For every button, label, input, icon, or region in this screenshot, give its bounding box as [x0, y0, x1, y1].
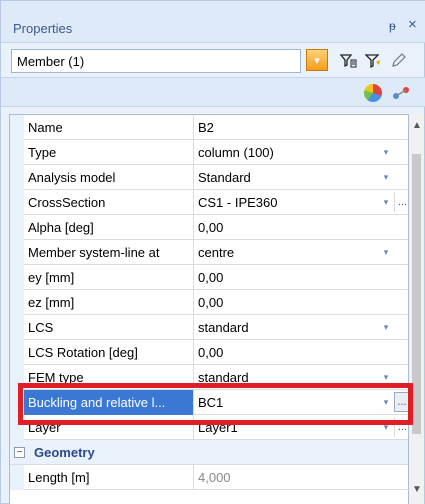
row-gutter	[10, 365, 24, 390]
property-row[interactable]: Length [m] 4,000	[10, 465, 408, 490]
row-gutter	[10, 415, 24, 440]
property-value[interactable]: 0,00	[194, 290, 408, 315]
property-value[interactable]: CS1 - IPE360	[194, 190, 408, 215]
property-value[interactable]: 4,000	[194, 465, 408, 490]
property-value[interactable]: centre	[194, 240, 408, 265]
row-gutter	[10, 115, 24, 140]
property-value[interactable]: standard	[194, 365, 408, 390]
collapse-icon[interactable]: −	[14, 447, 25, 458]
property-row[interactable]: Name B2	[10, 115, 408, 140]
property-name: LCS	[24, 315, 194, 340]
panel-titlebar: Properties ᵽ ×	[1, 1, 425, 43]
property-row[interactable]: LCS standard ▾	[10, 315, 408, 340]
property-row[interactable]: Type column (100) ▾	[10, 140, 408, 165]
property-name: Layer	[24, 415, 194, 440]
property-row[interactable]: Member system-line at centre ▾	[10, 240, 408, 265]
property-name: Alpha [deg]	[24, 215, 194, 240]
scrollbar-thumb[interactable]	[412, 154, 421, 434]
row-gutter	[10, 340, 24, 365]
property-value[interactable]: 0,00	[194, 215, 408, 240]
row-gutter	[10, 465, 24, 490]
row-gutter	[10, 265, 24, 290]
property-row[interactable]: ez [mm] 0,00	[10, 290, 408, 315]
property-name: LCS Rotation [deg]	[24, 340, 194, 365]
property-value[interactable]: BC1	[194, 390, 408, 415]
row-gutter	[10, 390, 24, 415]
chevron-down-icon[interactable]: ▾	[378, 367, 394, 387]
property-name: ey [mm]	[24, 265, 194, 290]
row-gutter	[10, 165, 24, 190]
property-grid: Name B2 Type column (100) ▾ Analysis model Sta…	[9, 114, 409, 504]
scroll-up-icon[interactable]: ▲	[412, 120, 422, 131]
pie-chart-icon[interactable]	[364, 84, 382, 102]
chevron-down-icon[interactable]: ▾	[378, 392, 394, 412]
close-icon[interactable]: ×	[408, 16, 417, 33]
property-name: ez [mm]	[24, 290, 194, 315]
panel-title: Properties	[13, 21, 73, 36]
properties-panel: Properties ᵽ × Member (1) ▾ Name B2 Type co…	[0, 0, 425, 504]
chevron-down-icon[interactable]: ▾	[378, 242, 394, 262]
property-row[interactable]: Buckling and relative l... BC1 ▾...	[10, 390, 408, 415]
property-name: FEM type	[24, 365, 194, 390]
property-name: CrossSection	[24, 190, 194, 215]
property-name: Type	[24, 140, 194, 165]
ellipsis-button[interactable]: ...	[394, 417, 408, 437]
property-name: Member system-line at	[24, 240, 194, 265]
property-value[interactable]: 0,00	[194, 265, 408, 290]
property-value[interactable]: B2	[194, 115, 408, 140]
section-label: Geometry	[34, 445, 95, 460]
pencil-icon[interactable]	[389, 51, 409, 71]
row-gutter	[10, 315, 24, 340]
property-name: Name	[24, 115, 194, 140]
member-selector-value: Member (1)	[17, 54, 85, 69]
ellipsis-button[interactable]: ...	[394, 392, 408, 412]
property-value[interactable]: Layer1	[194, 415, 408, 440]
graph-icon[interactable]	[391, 84, 409, 102]
select-filter-icon[interactable]	[338, 51, 358, 71]
property-row[interactable]: Alpha [deg] 0,00	[10, 215, 408, 240]
row-gutter	[10, 140, 24, 165]
row-gutter	[10, 190, 24, 215]
property-name: Analysis model	[24, 165, 194, 190]
section-header-geometry[interactable]: − Geometry	[10, 440, 408, 465]
property-row[interactable]: Analysis model Standard ▾	[10, 165, 408, 190]
chevron-down-icon: ▾	[314, 54, 320, 67]
chevron-down-icon[interactable]: ▾	[378, 142, 394, 162]
property-value[interactable]: Standard	[194, 165, 408, 190]
chevron-down-icon[interactable]: ▾	[378, 317, 394, 337]
member-dropdown-button[interactable]: ▾	[306, 49, 328, 71]
chevron-down-icon[interactable]: ▾	[378, 167, 394, 187]
property-value[interactable]: 0,00	[194, 340, 408, 365]
secondary-toolbar	[1, 77, 425, 107]
scroll-down-icon[interactable]: ▼	[412, 484, 422, 495]
filter-icon[interactable]	[363, 51, 383, 71]
chevron-down-icon[interactable]: ▾	[378, 192, 394, 212]
ellipsis-button[interactable]: ...	[394, 192, 408, 212]
property-name: Buckling and relative l...	[24, 390, 194, 415]
row-gutter	[10, 215, 24, 240]
property-value[interactable]: standard	[194, 315, 408, 340]
property-row[interactable]: LCS Rotation [deg] 0,00	[10, 340, 408, 365]
property-value[interactable]: column (100)	[194, 140, 408, 165]
row-gutter	[10, 240, 24, 265]
property-name: Length [m]	[24, 465, 194, 490]
member-selector[interactable]: Member (1)	[11, 49, 301, 73]
pin-icon[interactable]: ᵽ	[389, 19, 396, 33]
property-row[interactable]: FEM type standard ▾	[10, 365, 408, 390]
property-row[interactable]: CrossSection CS1 - IPE360 ▾...	[10, 190, 408, 215]
chevron-down-icon[interactable]: ▾	[378, 417, 394, 437]
row-gutter	[10, 290, 24, 315]
property-row[interactable]: Layer Layer1 ▾...	[10, 415, 408, 440]
property-row[interactable]: ey [mm] 0,00	[10, 265, 408, 290]
vertical-scrollbar[interactable]: ▲ ▼	[409, 114, 424, 504]
